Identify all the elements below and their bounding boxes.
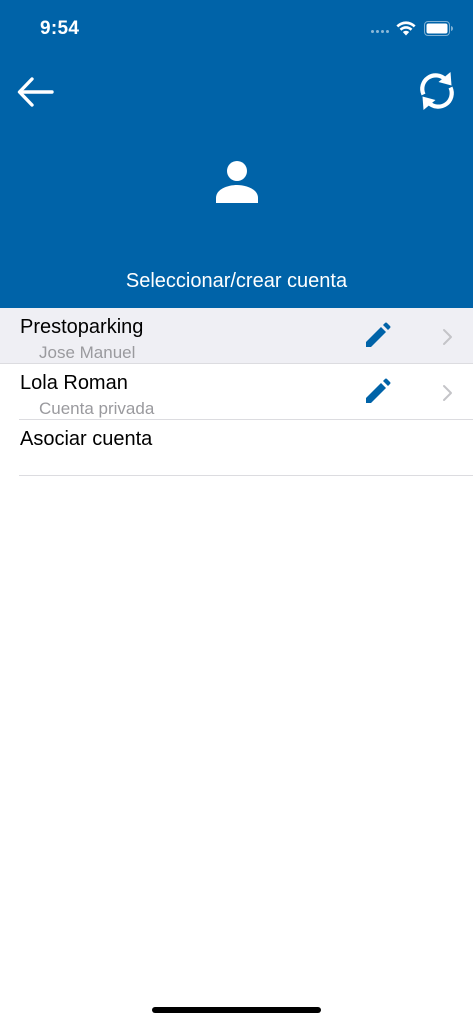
chevron-right-icon: [443, 385, 452, 401]
header: 9:54 Seleccionar/crear cuenta: [0, 0, 473, 308]
chevron-right-icon: [443, 329, 452, 345]
sync-icon: [420, 72, 454, 110]
battery-icon: [424, 21, 453, 36]
account-subtitle: Jose Manuel: [39, 343, 136, 362]
refresh-button[interactable]: [414, 68, 460, 114]
account-name: Lola Roman: [20, 372, 128, 394]
home-indicator[interactable]: [152, 1007, 321, 1013]
edit-account-button[interactable]: [361, 320, 393, 352]
account-row-prestoparking[interactable]: Prestoparking Jose Manuel: [0, 308, 473, 364]
wifi-icon: [396, 21, 416, 36]
account-list: Prestoparking Jose Manuel Lola Roman Cue…: [0, 308, 473, 476]
pencil-icon: [366, 378, 391, 403]
divider: [19, 475, 473, 476]
account-subtitle: Cuenta privada: [39, 399, 155, 418]
account-name: Prestoparking: [20, 316, 144, 338]
page-title: Seleccionar/crear cuenta: [125, 270, 348, 292]
pencil-icon: [366, 322, 391, 347]
associate-account-row[interactable]: Asociar cuenta: [0, 420, 473, 476]
associate-account-label: Asociar cuenta: [20, 428, 153, 450]
back-button[interactable]: [14, 72, 58, 112]
person-icon: [216, 161, 258, 203]
arrow-left-icon: [17, 77, 54, 107]
signal-dots-icon: [371, 30, 391, 34]
account-row-lola-roman[interactable]: Lola Roman Cuenta privada: [0, 364, 473, 420]
status-time: 9:54: [40, 18, 80, 39]
edit-account-button[interactable]: [361, 376, 393, 408]
